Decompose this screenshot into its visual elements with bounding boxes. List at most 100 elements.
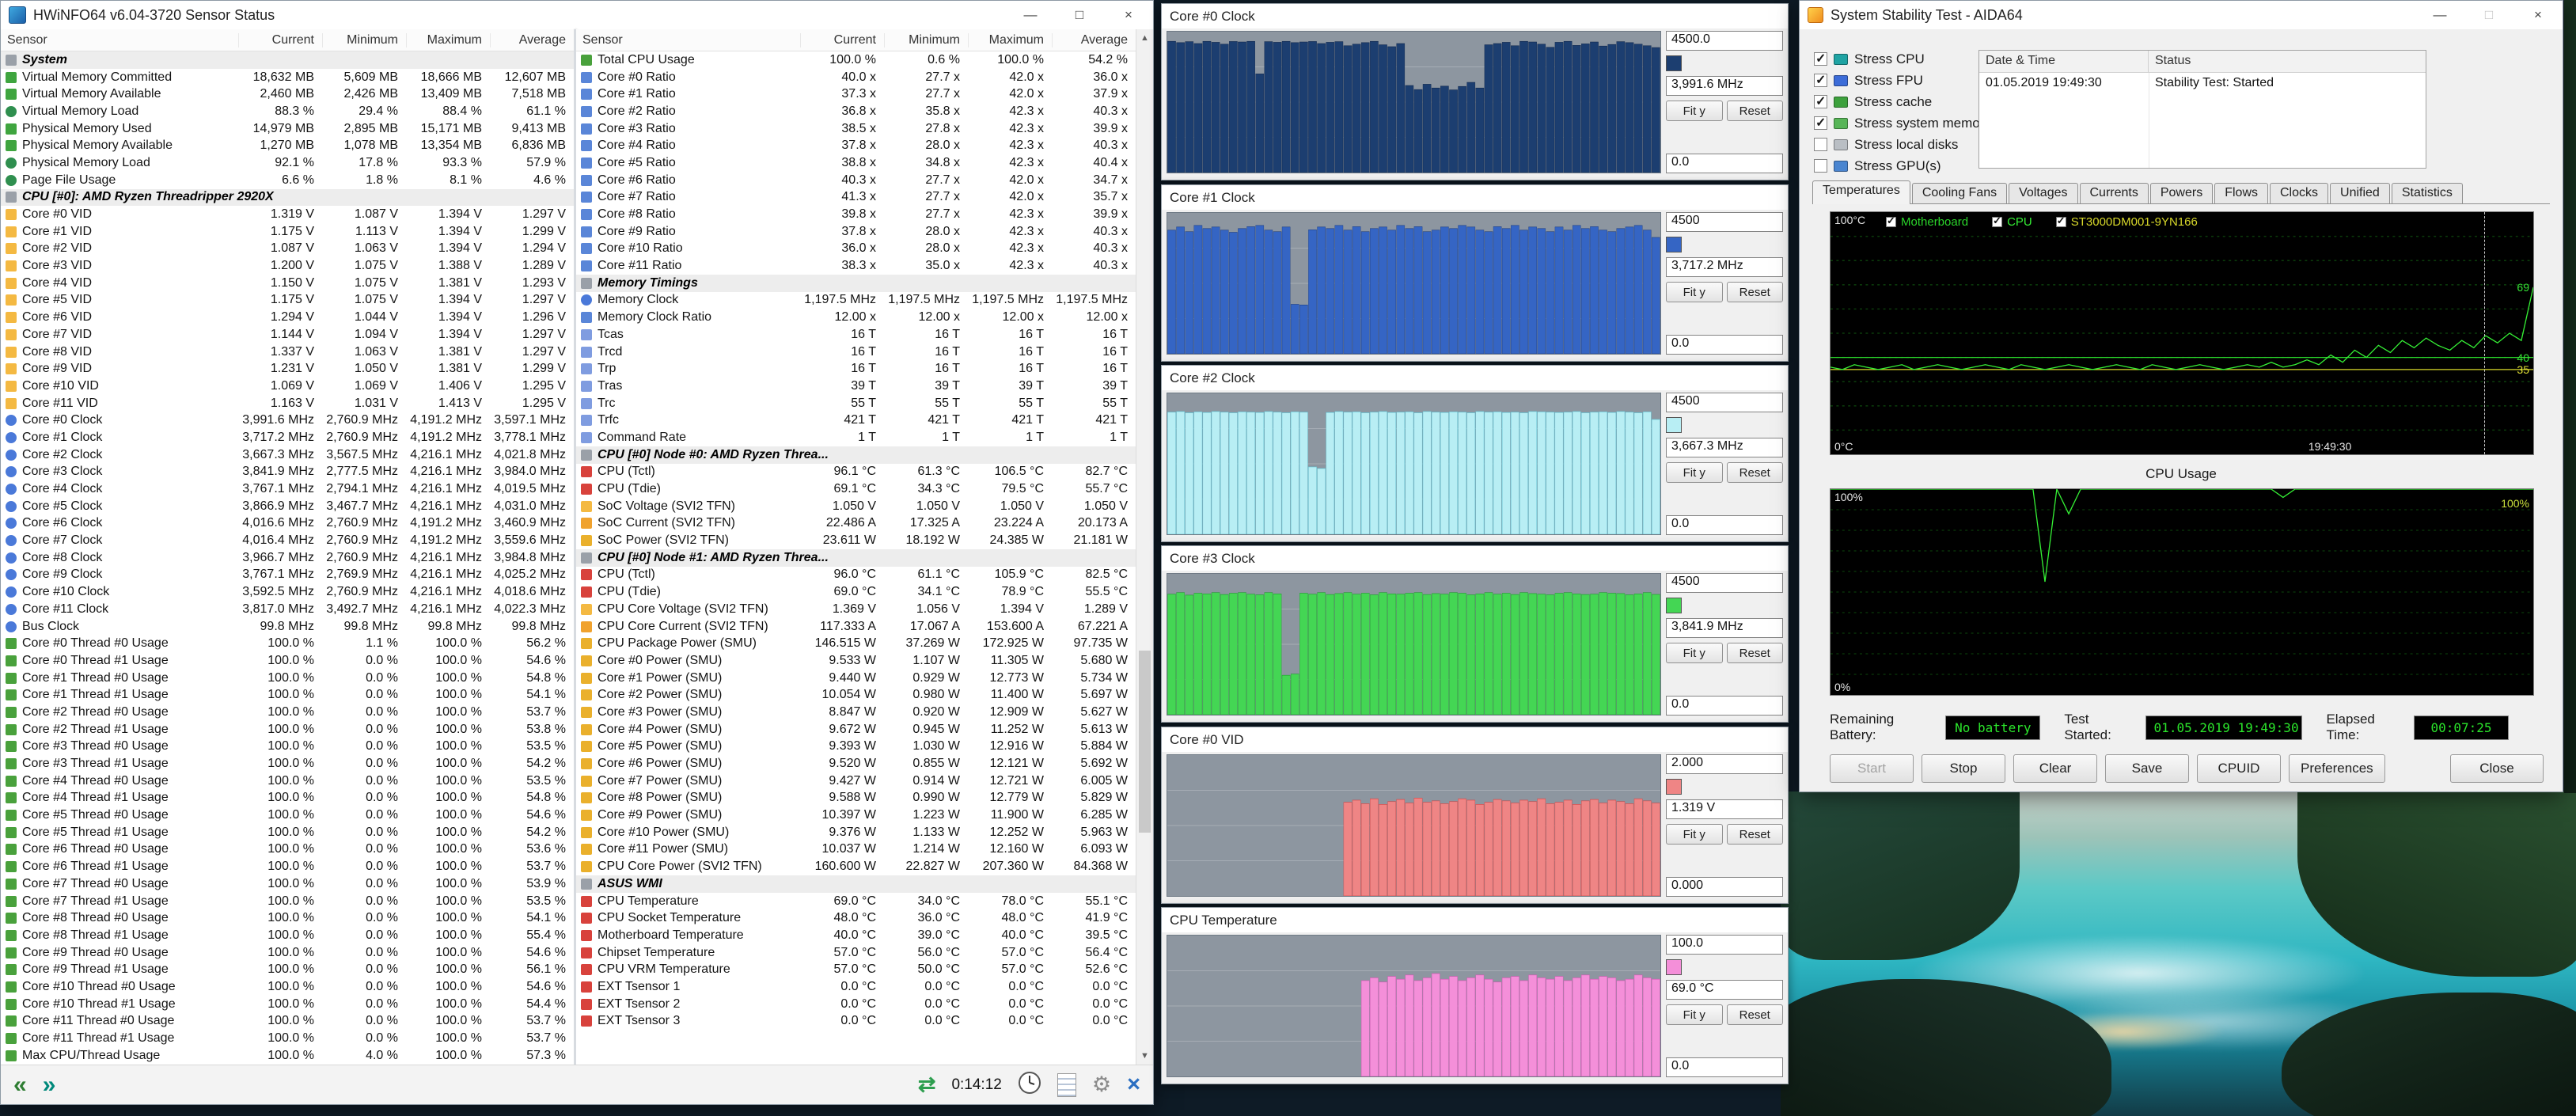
tab-temperatures[interactable]: Temperatures bbox=[1812, 180, 1910, 204]
sensor-row[interactable]: Core #4 Ratio37.8 x28.0 x42.3 x40.3 x bbox=[576, 137, 1136, 154]
series-color-swatch[interactable] bbox=[1666, 598, 1682, 613]
sensor-row[interactable]: Core #3 VID1.200 V1.075 V1.388 V1.289 V bbox=[1, 257, 574, 275]
sensor-row[interactable]: Core #8 Ratio39.8 x27.7 x42.3 x39.9 x bbox=[576, 206, 1136, 223]
sensor-section-row[interactable]: CPU [#0] Node #1: AMD Ryzen Threa... bbox=[576, 549, 1136, 567]
y-min-input[interactable]: 0.000 bbox=[1666, 877, 1783, 897]
reset-button[interactable]: Reset bbox=[1727, 824, 1784, 845]
sensor-row[interactable]: Core #9 Clock3,767.1 MHz2,769.9 MHz4,216… bbox=[1, 567, 574, 584]
series-color-swatch[interactable] bbox=[1666, 779, 1682, 795]
column-header-maximum[interactable]: Maximum bbox=[968, 33, 1052, 47]
sensor-row[interactable]: Core #6 Clock4,016.6 MHz2,760.9 MHz4,191… bbox=[1, 515, 574, 533]
settings-gear-icon[interactable]: ⚙ bbox=[1092, 1074, 1111, 1095]
sensor-row[interactable]: EXT Tsensor 20.0 °C0.0 °C0.0 °C0.0 °C bbox=[576, 996, 1136, 1013]
close-sensors-icon[interactable]: × bbox=[1127, 1073, 1140, 1096]
sensor-row[interactable]: Core #11 Ratio38.3 x35.0 x42.3 x40.3 x bbox=[576, 257, 1136, 275]
sensor-row[interactable]: Core #10 VID1.069 V1.069 V1.406 V1.295 V bbox=[1, 378, 574, 395]
reset-button[interactable]: Reset bbox=[1727, 101, 1784, 121]
sensor-row[interactable]: Tcas16 T16 T16 T16 T bbox=[576, 326, 1136, 344]
scroll-up-arrow[interactable] bbox=[1136, 29, 1153, 47]
scroll-right-icon[interactable]: » bbox=[43, 1073, 56, 1097]
close-button[interactable]: × bbox=[1104, 1, 1153, 29]
y-max-input[interactable]: 4500.0 bbox=[1666, 31, 1783, 51]
listview-row[interactable]: 01.05.2019 19:49:30 Stability Test: Star… bbox=[1979, 73, 2426, 93]
vertical-scrollbar[interactable] bbox=[1136, 29, 1153, 1065]
sensor-section-row[interactable]: Memory Timings bbox=[576, 275, 1136, 292]
sensor-row[interactable]: SoC Power (SVI2 TFN)23.611 W18.192 W24.3… bbox=[576, 532, 1136, 549]
sensor-row[interactable]: Core #1 Power (SMU)9.440 W0.929 W12.773 … bbox=[576, 670, 1136, 687]
sensor-row[interactable]: Core #8 Power (SMU)9.588 W0.990 W12.779 … bbox=[576, 790, 1136, 807]
y-max-input[interactable]: 4500 bbox=[1666, 393, 1783, 412]
sensor-row[interactable]: Command Rate1 T1 T1 T1 T bbox=[576, 429, 1136, 446]
scroll-left-icon[interactable]: « bbox=[13, 1073, 27, 1097]
sensor-row[interactable]: CPU (Tctl)96.1 °C61.3 °C106.5 °C82.7 °C bbox=[576, 464, 1136, 481]
sensor-row[interactable]: Physical Memory Used14,979 MB2,895 MB15,… bbox=[1, 120, 574, 138]
legend-checkbox[interactable] bbox=[1992, 217, 2002, 227]
sensor-row[interactable]: CPU Socket Temperature48.0 °C36.0 °C48.0… bbox=[576, 909, 1136, 927]
tab-flows[interactable]: Flows bbox=[2214, 183, 2268, 203]
fit-y-button[interactable]: Fit y bbox=[1666, 1004, 1723, 1025]
tab-clocks[interactable]: Clocks bbox=[2270, 183, 2328, 203]
sensor-row[interactable]: Core #5 VID1.175 V1.075 V1.394 V1.297 V bbox=[1, 292, 574, 309]
graph-window-title[interactable]: CPU Temperature bbox=[1162, 908, 1788, 932]
cpuid-button[interactable]: CPUID bbox=[2197, 754, 2281, 783]
column-header-status[interactable]: Status bbox=[2149, 51, 2426, 72]
sensor-row[interactable]: Core #1 Thread #0 Usage100.0 %0.0 %100.0… bbox=[1, 670, 574, 687]
save-button[interactable]: Save bbox=[2105, 754, 2189, 783]
sensor-row[interactable]: Core #10 Thread #1 Usage100.0 %0.0 %100.… bbox=[1, 996, 574, 1013]
stress-option-disk[interactable]: Stress local disks bbox=[1814, 134, 1976, 155]
sensor-row[interactable]: Core #3 Ratio38.5 x27.8 x42.3 x39.9 x bbox=[576, 120, 1136, 138]
sensor-row[interactable]: Core #7 Clock4,016.4 MHz2,760.9 MHz4,191… bbox=[1, 532, 574, 549]
series-color-swatch[interactable] bbox=[1666, 959, 1682, 975]
graph-window-title[interactable]: Core #2 Clock bbox=[1162, 366, 1788, 390]
sensor-row[interactable]: Virtual Memory Load88.3 %29.4 %88.4 %61.… bbox=[1, 103, 574, 120]
sensor-row[interactable]: CPU (Tdie)69.0 °C34.1 °C78.9 °C55.5 °C bbox=[576, 583, 1136, 601]
sensor-row[interactable]: Core #2 Thread #1 Usage100.0 %0.0 %100.0… bbox=[1, 721, 574, 738]
fpu-checkbox[interactable] bbox=[1814, 74, 1827, 87]
sensor-row[interactable]: Core #4 Clock3,767.1 MHz2,794.1 MHz4,216… bbox=[1, 480, 574, 498]
sensor-row[interactable]: Core #4 Thread #0 Usage100.0 %0.0 %100.0… bbox=[1, 772, 574, 790]
sensor-row[interactable]: Bus Clock99.8 MHz99.8 MHz99.8 MHz99.8 MH… bbox=[1, 618, 574, 636]
column-header-minimum[interactable]: Minimum bbox=[322, 33, 406, 47]
sensor-row[interactable]: Core #0 Thread #1 Usage100.0 %0.0 %100.0… bbox=[1, 652, 574, 670]
tab-statistics[interactable]: Statistics bbox=[2392, 183, 2463, 203]
sensor-row[interactable]: Virtual Memory Committed18,632 MB5,609 M… bbox=[1, 69, 574, 86]
sensor-row[interactable]: Core #3 Thread #1 Usage100.0 %0.0 %100.0… bbox=[1, 755, 574, 772]
sensor-row[interactable]: Core #2 Thread #0 Usage100.0 %0.0 %100.0… bbox=[1, 704, 574, 721]
sensor-row[interactable]: Core #10 Power (SMU)9.376 W1.133 W12.252… bbox=[576, 824, 1136, 841]
sensor-section-row[interactable]: System bbox=[1, 51, 574, 69]
sensor-row[interactable]: Core #0 Power (SMU)9.533 W1.107 W11.305 … bbox=[576, 652, 1136, 670]
hwinfo-titlebar[interactable]: HWiNFO64 v6.04-3720 Sensor Status — □ × bbox=[1, 1, 1153, 29]
stress-option-fpu[interactable]: Stress FPU bbox=[1814, 70, 1976, 91]
sensor-row[interactable]: Core #6 Ratio40.3 x27.7 x42.0 x34.7 x bbox=[576, 172, 1136, 189]
sensor-row[interactable]: Page File Usage6.6 %1.8 %8.1 %4.6 % bbox=[1, 172, 574, 189]
reset-button[interactable]: Reset bbox=[1727, 643, 1784, 663]
sensor-row[interactable]: EXT Tsensor 30.0 °C0.0 °C0.0 °C0.0 °C bbox=[576, 1013, 1136, 1031]
sensor-row[interactable]: Total CPU Usage100.0 %0.6 %100.0 %54.2 % bbox=[576, 51, 1136, 69]
sensor-row[interactable]: Virtual Memory Available2,460 MB2,426 MB… bbox=[1, 85, 574, 103]
y-min-input[interactable]: 0.0 bbox=[1666, 696, 1783, 716]
report-icon[interactable] bbox=[1057, 1073, 1076, 1097]
sensor-row[interactable]: Tras39 T39 T39 T39 T bbox=[576, 378, 1136, 395]
sensor-row[interactable]: Core #2 Power (SMU)10.054 W0.980 W11.400… bbox=[576, 686, 1136, 704]
sensor-section-row[interactable]: CPU [#0]: AMD Ryzen Threadripper 2920X bbox=[1, 189, 574, 207]
sensor-row[interactable]: Core #4 Power (SMU)9.672 W0.945 W11.252 … bbox=[576, 721, 1136, 738]
remote-monitoring-icon[interactable]: ⇄ bbox=[918, 1074, 936, 1095]
sensor-row[interactable]: CPU Core Power (SVI2 TFN)160.600 W22.827… bbox=[576, 858, 1136, 875]
sensor-row[interactable]: Core #11 Thread #1 Usage100.0 %0.0 %100.… bbox=[1, 1030, 574, 1047]
tab-currents[interactable]: Currents bbox=[2080, 183, 2149, 203]
tab-voltages[interactable]: Voltages bbox=[2009, 183, 2077, 203]
sensor-row[interactable]: Core #2 VID1.087 V1.063 V1.394 V1.294 V bbox=[1, 241, 574, 258]
fit-y-button[interactable]: Fit y bbox=[1666, 643, 1723, 663]
sensor-row[interactable]: Memory Clock1,197.5 MHz1,197.5 MHz1,197.… bbox=[576, 292, 1136, 309]
sensor-row[interactable]: CPU Core Current (SVI2 TFN)117.333 A17.0… bbox=[576, 618, 1136, 636]
sensor-row[interactable]: Trcd16 T16 T16 T16 T bbox=[576, 344, 1136, 361]
sensor-row[interactable]: EXT Tsensor 10.0 °C0.0 °C0.0 °C0.0 °C bbox=[576, 978, 1136, 996]
fit-y-button[interactable]: Fit y bbox=[1666, 462, 1723, 483]
maximize-button[interactable]: □ bbox=[1055, 1, 1104, 29]
y-max-input[interactable]: 4500 bbox=[1666, 573, 1783, 593]
series-color-swatch[interactable] bbox=[1666, 417, 1682, 433]
column-header-current[interactable]: Current bbox=[800, 33, 884, 47]
y-max-input[interactable]: 4500 bbox=[1666, 212, 1783, 232]
fit-y-button[interactable]: Fit y bbox=[1666, 824, 1723, 845]
sensor-row[interactable]: Core #3 Clock3,841.9 MHz2,777.5 MHz4,216… bbox=[1, 464, 574, 481]
